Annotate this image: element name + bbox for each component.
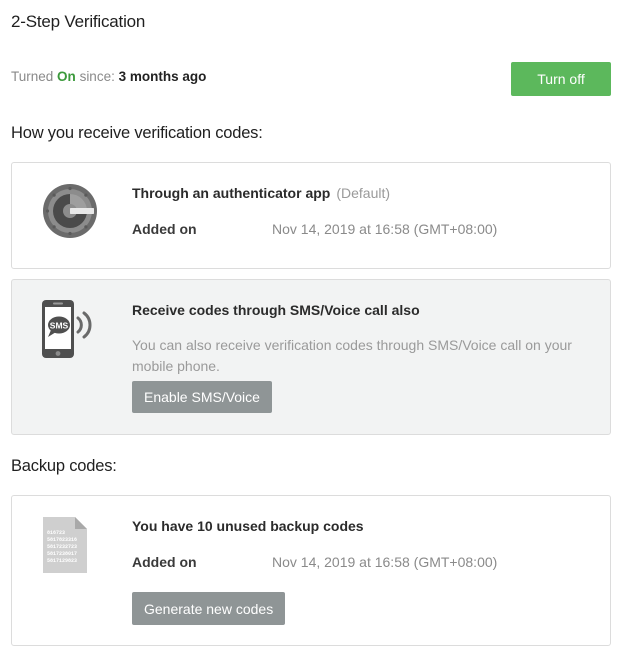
backup-codes-document-icon: 816723 5817823316 5817232723 5817238017 … [43,517,87,573]
authenticator-app-icon [43,184,97,238]
receive-codes-heading: How you receive verification codes: [11,124,263,142]
turn-off-button[interactable]: Turn off [511,62,611,96]
backup-added-value: Nov 14, 2019 at 16:58 (GMT+08:00) [272,554,498,570]
generate-new-codes-button[interactable]: Generate new codes [132,592,286,625]
sms-description: You can also receive verification codes … [132,337,572,374]
backup-codes-heading: Backup codes: [11,457,117,475]
backup-title: You have 10 unused backup codes [132,518,364,534]
two-step-verification-page: 2-Step Verification Turned On since: 3 m… [0,0,622,656]
authenticator-title-text: Through an authenticator app [132,185,331,201]
default-tag: (Default) [336,185,391,201]
backup-added-label: Added on [132,554,197,570]
authenticator-added-value: Nov 14, 2019 at 16:58 (GMT+08:00) [272,221,498,237]
backup-codes-card: 816723 5817823316 5817232723 5817238017 … [11,495,611,646]
backup-code-line: 5817823316 [47,537,77,543]
status-since-value: 3 months ago [118,69,207,84]
status-state: On [57,69,76,84]
backup-code-line: 816723 [47,530,65,536]
status-line: Turned On since: 3 months ago [11,69,206,84]
backup-code-line: 5817232723 [47,544,77,550]
backup-code-line: 5817129823 [47,558,77,564]
authenticator-title: Through an authenticator app (Default) [132,185,390,201]
backup-code-line: 5817238017 [47,551,77,557]
status-since-label: since: [79,69,115,84]
sms-voice-card: SMS Receive codes through SMS/Voice call… [11,279,611,435]
status-prefix: Turned [11,69,54,84]
page-title: 2-Step Verification [11,12,146,31]
authenticator-added-label: Added on [132,221,197,237]
authenticator-card: Through an authenticator app (Default) Ad… [11,162,611,269]
sms-phone-icon: SMS [42,300,92,358]
enable-sms-voice-button[interactable]: Enable SMS/Voice [132,381,272,413]
sms-title: Receive codes through SMS/Voice call als… [132,302,420,318]
sms-icon-text: SMS [50,321,69,331]
